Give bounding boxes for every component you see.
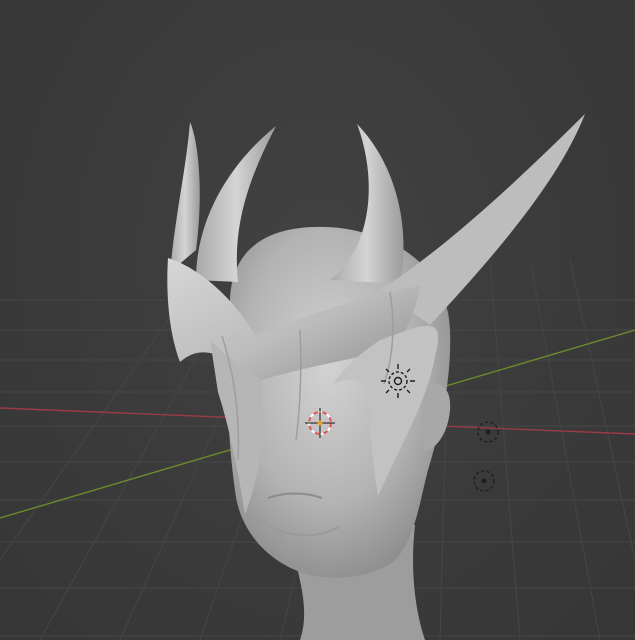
helmet-model[interactable]	[167, 114, 585, 514]
3d-viewport[interactable]	[0, 0, 635, 640]
horn-left-outer	[170, 122, 200, 272]
empty-gizmo-icon[interactable]	[473, 470, 495, 492]
empty-gizmo-icon[interactable]	[477, 421, 499, 443]
viewport-canvas[interactable]	[0, 0, 635, 640]
